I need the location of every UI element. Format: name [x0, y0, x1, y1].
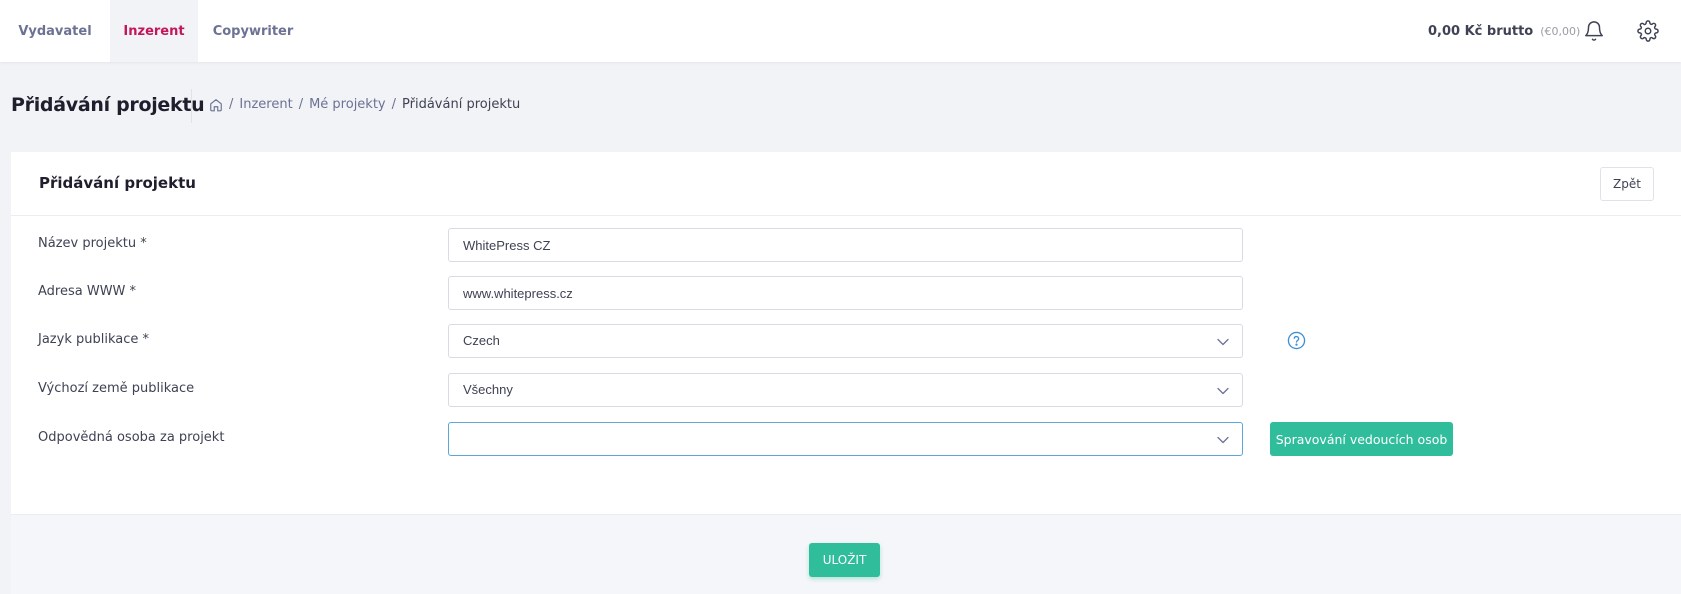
gear-icon[interactable]	[1634, 17, 1662, 45]
breadcrumb-separator: /	[229, 97, 234, 112]
breadcrumb-inzerent[interactable]: Inzerent	[239, 97, 292, 112]
website-label: Adresa WWW *	[38, 284, 137, 299]
manage-leaders-button[interactable]: Spravování vedoucích osob	[1270, 422, 1453, 456]
tab-inzerent[interactable]: Inzerent	[110, 0, 198, 62]
form-row-responsible: Odpovědná osoba za projekt Spravování ve…	[11, 422, 1681, 456]
tab-copywriter[interactable]: Copywriter	[198, 0, 308, 62]
project-form-card: Přidávání projektu Zpět Název projektu *…	[11, 152, 1681, 594]
language-select-value: Czech	[463, 333, 500, 348]
form-row-country: Výchozí země publikace Všechny	[11, 373, 1681, 407]
home-icon[interactable]	[209, 98, 223, 112]
form-row-website: Adresa WWW *	[11, 276, 1681, 310]
balance-eur: (€0,00)	[1540, 24, 1581, 38]
responsible-select[interactable]	[448, 422, 1243, 456]
responsible-label: Odpovědná osoba za projekt	[38, 430, 225, 445]
account-balance[interactable]: 0,00 Kč brutto (€0,00)	[1428, 0, 1580, 62]
bell-icon[interactable]	[1580, 17, 1608, 45]
breadcrumb-separator: /	[298, 97, 304, 112]
breadcrumb-separator: /	[391, 97, 397, 112]
project-name-input[interactable]	[448, 228, 1243, 262]
balance-amount: 0,00 Kč brutto	[1428, 23, 1534, 39]
breadcrumb-me-projekty[interactable]: Mé projekty	[309, 97, 386, 112]
language-label: Jazyk publikace *	[38, 332, 149, 347]
website-input[interactable]	[448, 276, 1243, 310]
language-select[interactable]: Czech	[448, 324, 1243, 358]
card-footer: ULOŽIT	[11, 514, 1681, 594]
page-title: Přidávání projektu	[11, 94, 205, 116]
breadcrumb-current: Přidávání projektu	[402, 97, 521, 112]
breadcrumb: / Inzerent / Mé projekty / Přidávání pro…	[209, 97, 520, 112]
subheader-divider	[191, 89, 192, 123]
tab-vydavatel[interactable]: Vydavatel	[0, 0, 110, 62]
chevron-down-icon	[1217, 338, 1229, 346]
card-title: Přidávání projektu	[39, 174, 196, 192]
country-label: Výchozí země publikace	[38, 381, 195, 396]
save-button[interactable]: ULOŽIT	[809, 543, 880, 577]
card-header: Přidávání projektu Zpět	[11, 152, 1681, 216]
question-circle-icon[interactable]	[1287, 331, 1306, 350]
back-button[interactable]: Zpět	[1600, 167, 1654, 201]
form-row-project-name: Název projektu *	[11, 228, 1681, 262]
chevron-down-icon	[1217, 387, 1229, 395]
country-select-value: Všechny	[463, 382, 513, 397]
project-name-label: Název projektu *	[38, 236, 147, 251]
top-navbar: Vydavatel Inzerent Copywriter 0,00 Kč br…	[0, 0, 1681, 62]
country-select[interactable]: Všechny	[448, 373, 1243, 407]
form-row-language: Jazyk publikace * Czech	[11, 324, 1681, 358]
chevron-down-icon	[1217, 436, 1229, 444]
